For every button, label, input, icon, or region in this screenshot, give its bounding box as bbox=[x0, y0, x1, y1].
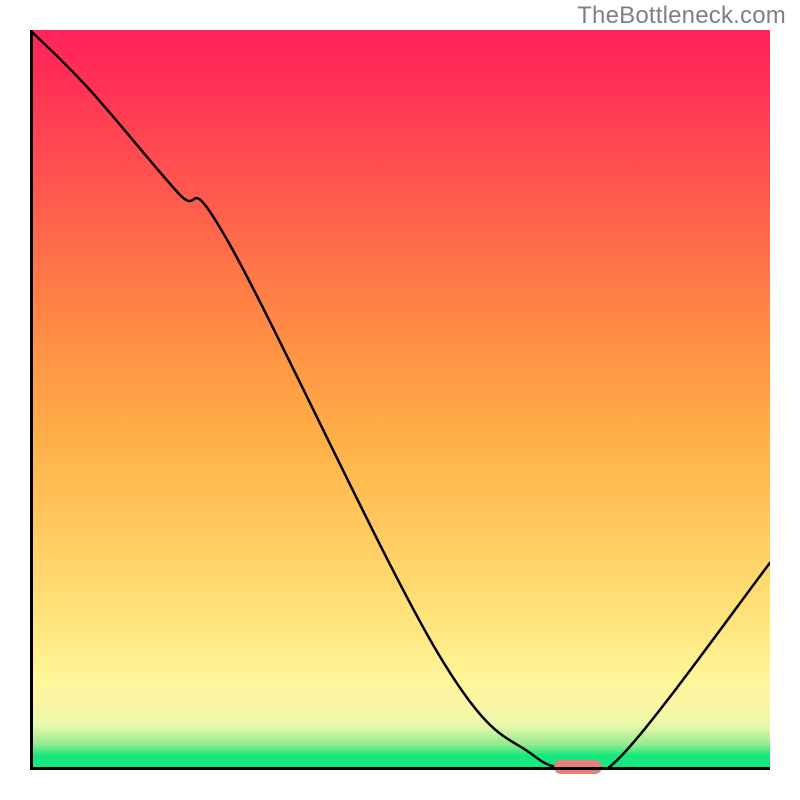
bottleneck-gradient-background bbox=[30, 30, 770, 770]
plot-area bbox=[30, 30, 770, 770]
watermark-text: TheBottleneck.com bbox=[577, 2, 786, 30]
chart-stage: TheBottleneck.com bbox=[0, 0, 800, 800]
optimal-marker bbox=[554, 760, 602, 774]
